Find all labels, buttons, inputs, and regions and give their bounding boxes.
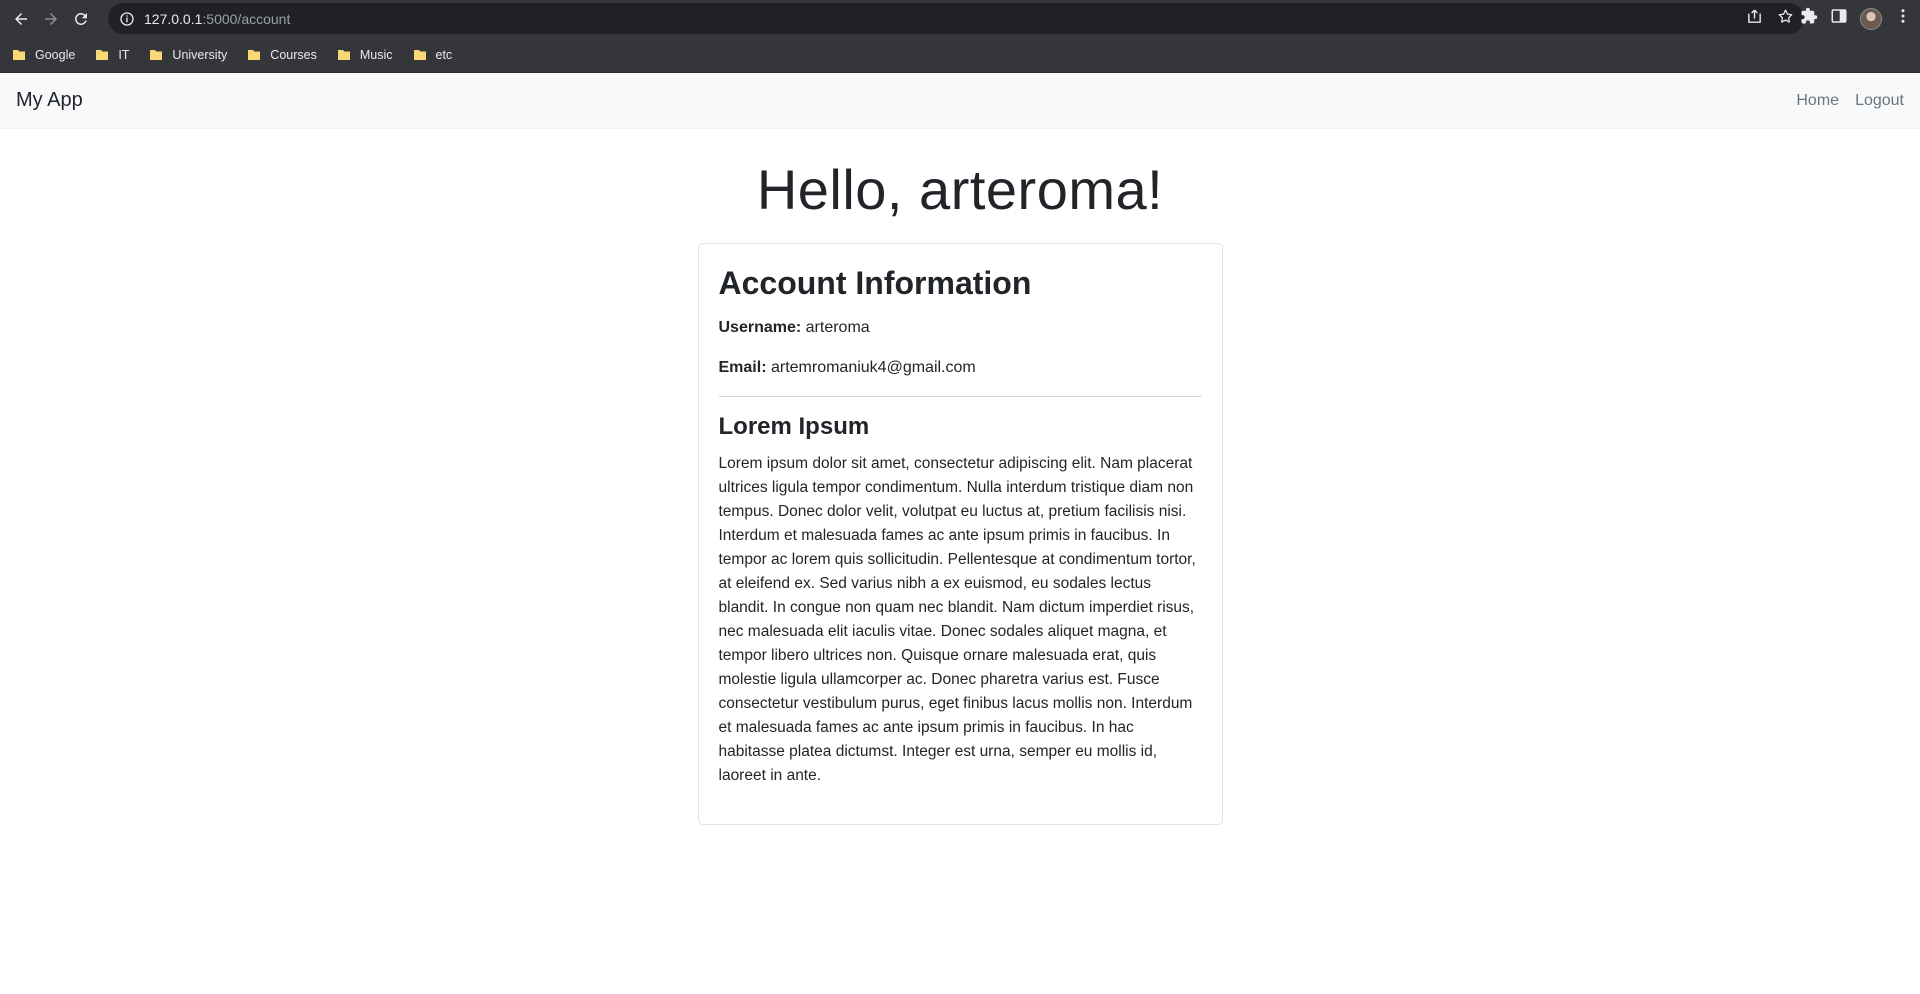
bookmark-university[interactable]: University bbox=[149, 48, 227, 62]
folder-icon bbox=[248, 49, 261, 60]
brand-link[interactable]: My App bbox=[16, 89, 83, 112]
bookmark-music[interactable]: Music bbox=[337, 48, 393, 62]
section-title: Lorem Ipsum bbox=[718, 413, 870, 441]
bookmark-google[interactable]: Google bbox=[12, 48, 75, 62]
side-panel-icon[interactable] bbox=[1830, 7, 1848, 30]
arrow-right-icon bbox=[45, 12, 57, 25]
email-value: artemromaniuk4@gmail.com bbox=[770, 359, 976, 377]
extensions-icon[interactable] bbox=[1800, 7, 1818, 30]
profile-avatar[interactable] bbox=[1860, 7, 1882, 30]
page-greeting: Hello, arteroma! bbox=[756, 158, 1164, 221]
reload-button[interactable] bbox=[66, 4, 96, 34]
nav-logout-link[interactable]: Logout bbox=[1855, 92, 1904, 110]
url-host: 127.0.0.1 bbox=[144, 10, 203, 27]
nav-home-link[interactable]: Home bbox=[1796, 92, 1839, 110]
main-content: Hello, arteroma! Account Information Use… bbox=[0, 157, 1920, 826]
folder-icon bbox=[150, 49, 163, 60]
username-value: arteroma bbox=[805, 319, 870, 337]
url-path: :5000/account bbox=[202, 10, 291, 27]
account-card: Account Information Username: arteroma E… bbox=[697, 243, 1223, 826]
email-label: Email: bbox=[718, 359, 771, 377]
folder-icon bbox=[13, 49, 25, 60]
bookmark-label: etc bbox=[435, 47, 453, 62]
forward-button[interactable] bbox=[36, 4, 66, 34]
bookmark-it[interactable]: IT bbox=[95, 48, 129, 62]
username-label: Username: bbox=[718, 319, 806, 337]
reload-icon bbox=[75, 12, 87, 25]
card-title: Account Information bbox=[718, 265, 1032, 301]
address-bar[interactable]: 127.0.0.1:5000/account bbox=[108, 3, 1804, 34]
browser-chrome: 127.0.0.1:5000/account Google IT Univers… bbox=[0, 0, 1920, 73]
bookmarks-bar: Google IT University Courses Music etc bbox=[0, 37, 1920, 73]
bookmark-label: Courses bbox=[270, 47, 317, 62]
back-button[interactable] bbox=[6, 4, 36, 34]
section-body: Lorem ipsum dolor sit amet, consectetur … bbox=[718, 455, 1196, 785]
folder-icon bbox=[413, 49, 426, 60]
bookmark-label: Google bbox=[35, 47, 76, 62]
email-row: Email: artemromaniuk4@gmail.com bbox=[719, 356, 1202, 380]
username-row: Username: arteroma bbox=[719, 316, 1202, 340]
star-icon[interactable] bbox=[1777, 8, 1794, 30]
browser-toolbar: 127.0.0.1:5000/account bbox=[0, 0, 1920, 37]
info-icon[interactable] bbox=[118, 10, 136, 28]
arrow-left-icon bbox=[15, 12, 27, 25]
bookmark-label: Music bbox=[359, 47, 393, 62]
folder-icon bbox=[337, 49, 350, 60]
url-text[interactable]: 127.0.0.1:5000/account bbox=[144, 11, 290, 27]
app-navbar: My App Home Logout bbox=[0, 73, 1920, 129]
bookmark-courses[interactable]: Courses bbox=[247, 48, 317, 62]
nav-links: Home Logout bbox=[1796, 92, 1904, 110]
bookmark-label: University bbox=[172, 47, 228, 62]
divider bbox=[718, 396, 1202, 398]
bookmark-label: IT bbox=[118, 47, 130, 62]
folder-icon bbox=[96, 49, 109, 60]
share-icon[interactable] bbox=[1746, 8, 1763, 30]
menu-dots-icon[interactable] bbox=[1894, 7, 1912, 30]
bookmark-etc[interactable]: etc bbox=[413, 47, 453, 62]
